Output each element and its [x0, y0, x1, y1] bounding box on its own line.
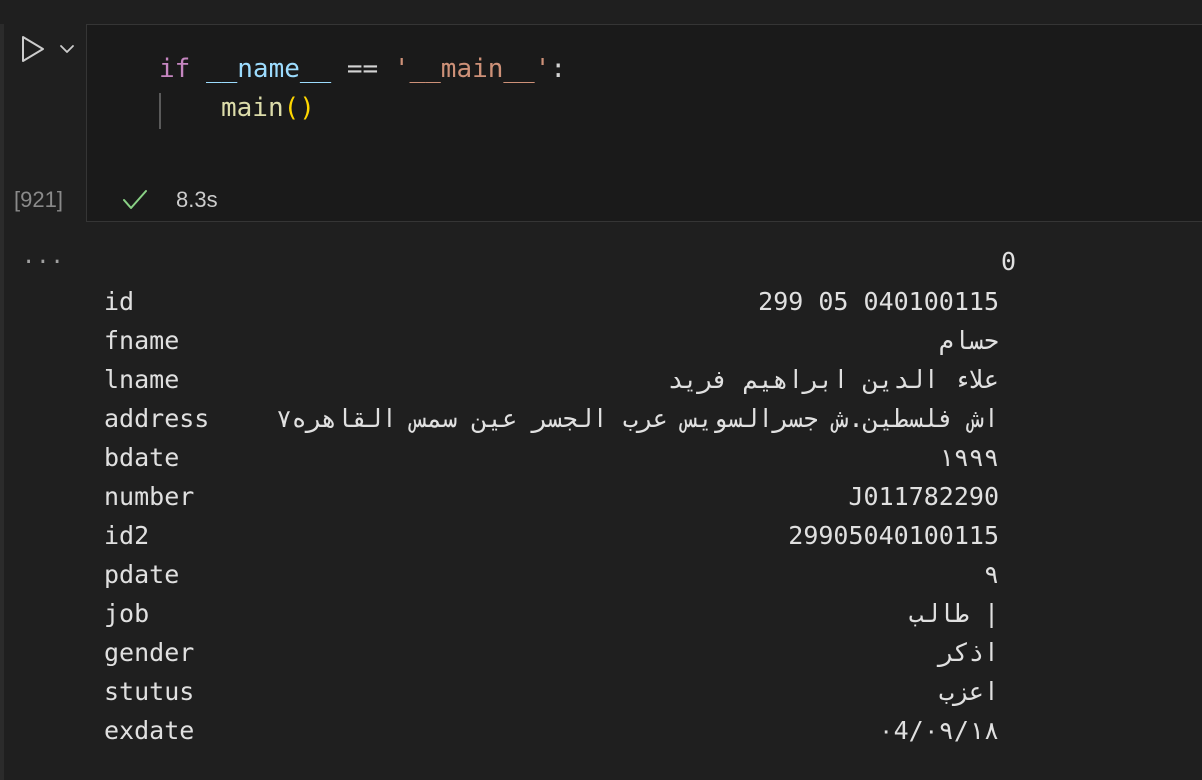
row-value: حسام [938, 326, 999, 355]
row-key: id2 [104, 521, 150, 550]
function-call-main: main [221, 93, 284, 123]
code-editor[interactable]: if __name__ == '__main__': main() [86, 24, 1202, 222]
row-key: bdate [104, 443, 180, 472]
code-line-2: main() [221, 92, 315, 124]
row-key: id [104, 287, 135, 316]
checkmark-icon [123, 190, 147, 209]
row-value: ٩ [983, 560, 999, 589]
notebook: if __name__ == '__main__': main() [921] … [0, 0, 1202, 780]
row-key: exdate [104, 716, 195, 745]
row-key: lname [104, 365, 180, 394]
output-row-number: number J011782290 [0, 480, 1202, 519]
string-main: '__main__' [393, 54, 551, 84]
row-value: 299 05 040100115 [758, 287, 999, 316]
operator-equals: == [331, 54, 394, 84]
keyword-if: if [159, 54, 191, 84]
row-value: ٠4/٠٩/١٨ [878, 716, 999, 745]
cell-output: 0 id 299 05 040100115 fname حسام lname ع… [0, 228, 1202, 780]
output-row-gender: gender اذكر [0, 636, 1202, 675]
execution-count: [921] [14, 187, 63, 212]
execution-time: 8.3s [176, 187, 218, 212]
row-key: number [104, 482, 195, 511]
row-value: ١٩٩٩ [938, 443, 999, 472]
row-value: J011782290 [848, 482, 999, 511]
output-row-id: id 299 05 040100115 [0, 285, 1202, 324]
row-key: gender [104, 638, 195, 667]
run-cell-button[interactable] [18, 34, 48, 64]
output-row-lname: lname علاء الدين ابراهيم فريد [0, 363, 1202, 402]
row-key: pdate [104, 560, 180, 589]
row-value: اذكر [938, 638, 999, 667]
run-options-button[interactable] [58, 40, 76, 58]
output-row-address: address اش فلسطين.ش جسرالسويس عرب الجسر … [0, 402, 1202, 441]
code-line-1: if __name__ == '__main__': [159, 53, 566, 85]
row-key: job [104, 599, 150, 628]
colon: : [550, 54, 567, 84]
identifier-name: __name__ [205, 54, 332, 84]
play-icon [22, 36, 44, 62]
row-value: 29905040100115 [788, 521, 999, 550]
output-row-id2: id2 29905040100115 [0, 519, 1202, 558]
output-row-exdate: exdate ٠4/٠٩/١٨ [0, 714, 1202, 753]
previous-cell-edge [0, 0, 1202, 24]
row-value: اعزب [938, 677, 999, 706]
chevron-down-icon [60, 45, 74, 53]
output-row-pdate: pdate ٩ [0, 558, 1202, 597]
row-key: fname [104, 326, 180, 355]
row-value: اش فلسطين.ش جسرالسويس عرب الجسر عين سمس … [276, 404, 999, 433]
row-key: stutus [104, 677, 195, 706]
output-row-stutus: stutus اعزب [0, 675, 1202, 714]
call-parentheses: () [283, 93, 315, 123]
row-key: address [104, 404, 210, 433]
column-header: 0 [1000, 247, 1016, 276]
output-row-fname: fname حسام [0, 324, 1202, 363]
row-value: طالب | [908, 599, 999, 628]
output-row-bdate: bdate ١٩٩٩ [0, 441, 1202, 480]
row-value: علاء الدين ابراهيم فريد [667, 365, 999, 394]
indent-guide [159, 93, 161, 129]
output-row-job: job طالب | [0, 597, 1202, 636]
